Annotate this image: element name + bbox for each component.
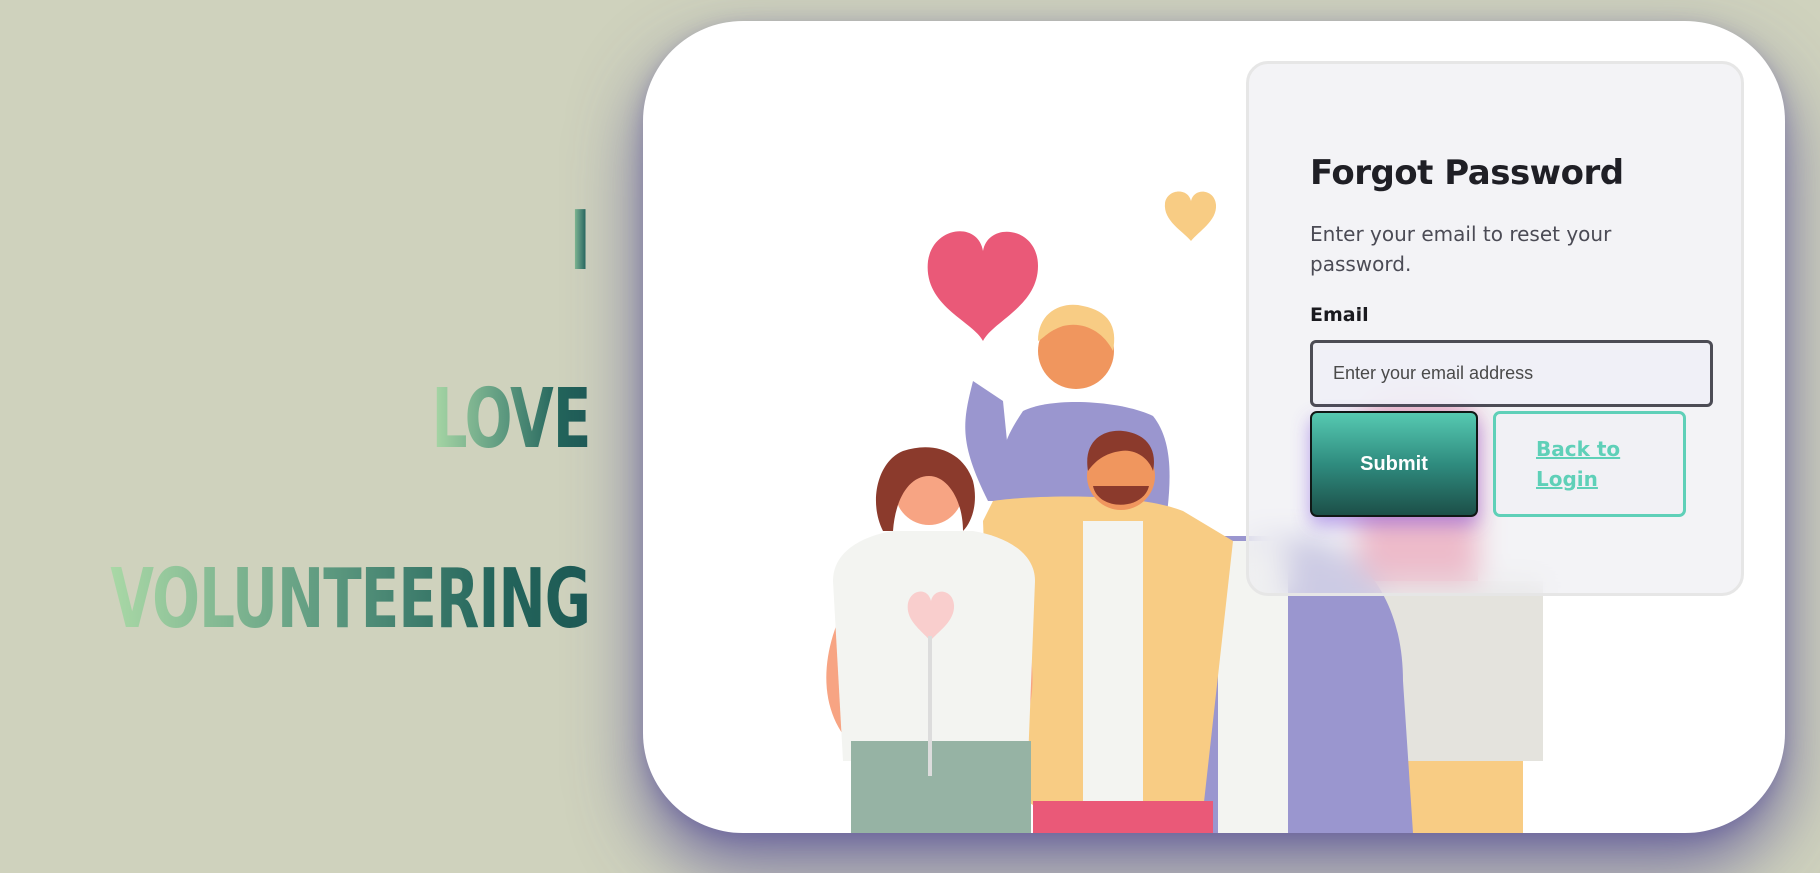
heart-icon	[927, 231, 1038, 341]
email-label: Email	[1310, 304, 1369, 326]
panel-title: Forgot Password	[1310, 153, 1624, 193]
email-field[interactable]	[1310, 340, 1713, 407]
panel-description: Enter your email to reset your password.	[1310, 222, 1612, 276]
slogan-word-i: I	[569, 194, 591, 290]
back-to-login-button[interactable]: Back to Login	[1493, 411, 1686, 517]
slogan-word-volunteering: VOLUNTEERING	[110, 552, 591, 648]
forgot-password-panel: Forgot Password Enter your email to rese…	[1246, 61, 1744, 596]
slogan-word-love: LOVE	[431, 372, 591, 468]
main-card: Forgot Password Enter your email to rese…	[643, 21, 1785, 833]
heart-icon	[1164, 191, 1217, 241]
back-to-login-link[interactable]: Back to Login	[1536, 434, 1656, 494]
submit-button[interactable]: Submit	[1310, 411, 1478, 517]
slogan: I LOVE VOLUNTEERING	[0, 0, 600, 873]
